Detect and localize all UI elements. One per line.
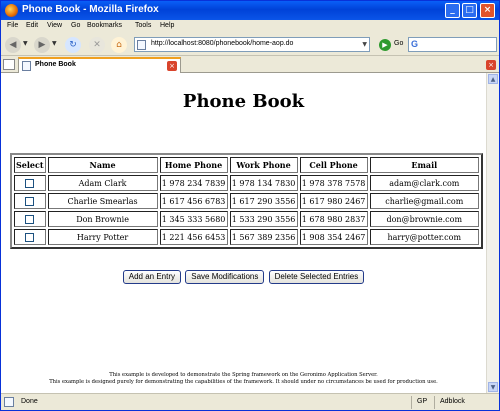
column-header-home-phone: Home Phone <box>159 157 228 173</box>
delete-selected-button[interactable]: Delete Selected Entries <box>268 270 365 284</box>
window-title: Phone Book - Mozilla Firefox <box>22 4 159 15</box>
select-cell <box>14 211 46 227</box>
close-button[interactable]: × <box>480 3 495 18</box>
close-tab-icon[interactable]: × <box>167 61 177 71</box>
maximize-button[interactable]: □ <box>462 3 477 18</box>
select-checkbox[interactable] <box>25 178 35 188</box>
select-checkbox[interactable] <box>25 214 35 224</box>
save-modifications-button[interactable]: Save Modifications <box>185 270 265 284</box>
google-icon: G <box>411 39 419 49</box>
cell-phone-cell[interactable]: 1 678 980 2837 <box>299 211 368 227</box>
page-icon <box>22 61 31 71</box>
url-text[interactable]: http://localhost:8080/phonebook/home-aop… <box>151 40 293 47</box>
column-header-email: Email <box>369 157 479 173</box>
vertical-scrollbar[interactable]: ▲ ▼ <box>486 73 499 393</box>
menu-help[interactable]: Help <box>160 22 174 29</box>
work-phone-cell[interactable]: 1 617 290 3556 <box>229 193 298 209</box>
tab-phone-book[interactable]: Phone Book × <box>18 57 181 73</box>
title-bar: Phone Book - Mozilla Firefox _ □ × <box>1 1 499 20</box>
home-phone-cell[interactable]: 1 617 456 6783 <box>159 193 228 209</box>
footer-line: This example is designed purely for demo… <box>49 379 438 385</box>
home-icon[interactable]: ⌂ <box>111 37 127 53</box>
home-phone-cell[interactable]: 1 221 456 6453 <box>159 229 228 245</box>
browser-window: Phone Book - Mozilla Firefox _ □ × File … <box>0 0 500 411</box>
close-tab-icon[interactable]: × <box>486 60 496 70</box>
minimize-button[interactable]: _ <box>445 3 460 18</box>
scroll-up-icon[interactable]: ▲ <box>488 74 498 84</box>
adblock-indicator[interactable]: Adblock <box>440 398 465 405</box>
reload-icon[interactable]: ↻ <box>65 37 81 53</box>
column-header-select: Select <box>14 157 46 173</box>
menu-tools[interactable]: Tools <box>135 22 151 29</box>
menu-go[interactable]: Go <box>71 22 80 29</box>
url-dropdown-icon[interactable]: ▼ <box>362 41 367 48</box>
status-page-icon <box>4 397 14 407</box>
column-header-cell-phone: Cell Phone <box>299 157 368 173</box>
name-cell[interactable]: Adam Clark <box>47 175 158 191</box>
cell-phone-cell[interactable]: 1 978 378 7578 <box>299 175 368 191</box>
name-cell[interactable]: Harry Potter <box>47 229 158 245</box>
page-icon <box>137 40 146 50</box>
table-row: Charlie Smearlas 1 617 456 6783 1 617 29… <box>14 193 479 209</box>
table-row: Adam Clark 1 978 234 7839 1 978 134 7830… <box>14 175 479 191</box>
table-row: Don Brownie 1 345 333 5680 1 533 290 355… <box>14 211 479 227</box>
work-phone-cell[interactable]: 1 978 134 7830 <box>229 175 298 191</box>
work-phone-cell[interactable]: 1 533 290 3556 <box>229 211 298 227</box>
email-cell[interactable]: harry@potter.com <box>369 229 479 245</box>
search-input[interactable]: G <box>408 37 497 52</box>
work-phone-cell[interactable]: 1 567 389 2356 <box>229 229 298 245</box>
select-cell <box>14 175 46 191</box>
scroll-down-icon[interactable]: ▼ <box>488 382 498 392</box>
table-row: Harry Potter 1 221 456 6453 1 567 389 23… <box>14 229 479 245</box>
forward-icon[interactable]: ▶ <box>34 37 50 53</box>
tab-label: Phone Book <box>35 61 76 68</box>
home-phone-cell[interactable]: 1 978 234 7839 <box>159 175 228 191</box>
menu-bar: File Edit View Go Bookmarks Tools Help <box>1 20 499 34</box>
status-divider <box>411 396 412 409</box>
forward-dropdown-icon[interactable]: ▼ <box>52 40 57 47</box>
cell-phone-cell[interactable]: 1 908 354 2467 <box>299 229 368 245</box>
page-title: Phone Book <box>182 91 305 112</box>
new-tab-icon[interactable] <box>3 59 15 70</box>
add-entry-button[interactable]: Add an Entry <box>122 270 181 284</box>
status-divider <box>434 396 435 409</box>
footer-line: This example is developed to demonstrate… <box>109 372 378 378</box>
page-content: Phone Book Select Name Home Phone Work P… <box>1 73 486 393</box>
select-cell <box>14 193 46 209</box>
select-cell <box>14 229 46 245</box>
action-buttons: Add an Entry Save Modifications Delete S… <box>1 270 486 284</box>
tab-strip: Phone Book × <box>1 56 499 73</box>
footer-note: This example is developed to demonstrate… <box>1 372 486 386</box>
stop-icon[interactable]: ✕ <box>89 37 105 53</box>
home-phone-cell[interactable]: 1 345 333 5680 <box>159 211 228 227</box>
name-cell[interactable]: Charlie Smearlas <box>47 193 158 209</box>
menu-bookmarks[interactable]: Bookmarks <box>87 22 122 29</box>
select-checkbox[interactable] <box>25 232 35 242</box>
cell-phone-cell[interactable]: 1 617 980 2467 <box>299 193 368 209</box>
name-cell[interactable]: Don Brownie <box>47 211 158 227</box>
status-text: Done <box>21 398 38 405</box>
back-icon[interactable]: ◀ <box>5 37 21 53</box>
select-checkbox[interactable] <box>25 196 35 206</box>
address-bar[interactable]: http://localhost:8080/phonebook/home-aop… <box>134 37 370 52</box>
go-icon[interactable]: ▶ <box>379 39 391 51</box>
firefox-icon <box>5 4 18 17</box>
column-header-name: Name <box>47 157 158 173</box>
status-bar: Done GP Adblock <box>1 393 499 410</box>
email-cell[interactable]: charlie@gmail.com <box>369 193 479 209</box>
phone-book-table: Select Name Home Phone Work Phone Cell P… <box>10 153 483 249</box>
email-cell[interactable]: adam@clark.com <box>369 175 479 191</box>
back-dropdown-icon[interactable]: ▼ <box>23 40 28 47</box>
menu-edit[interactable]: Edit <box>26 22 38 29</box>
gp-indicator[interactable]: GP <box>417 398 427 405</box>
go-button[interactable]: Go <box>394 40 403 47</box>
email-cell[interactable]: don@brownie.com <box>369 211 479 227</box>
menu-file[interactable]: File <box>7 22 18 29</box>
menu-view[interactable]: View <box>47 22 62 29</box>
navigation-toolbar: ◀ ▼ ▶ ▼ ↻ ✕ ⌂ http://localhost:8080/phon… <box>1 34 499 56</box>
column-header-work-phone: Work Phone <box>229 157 298 173</box>
